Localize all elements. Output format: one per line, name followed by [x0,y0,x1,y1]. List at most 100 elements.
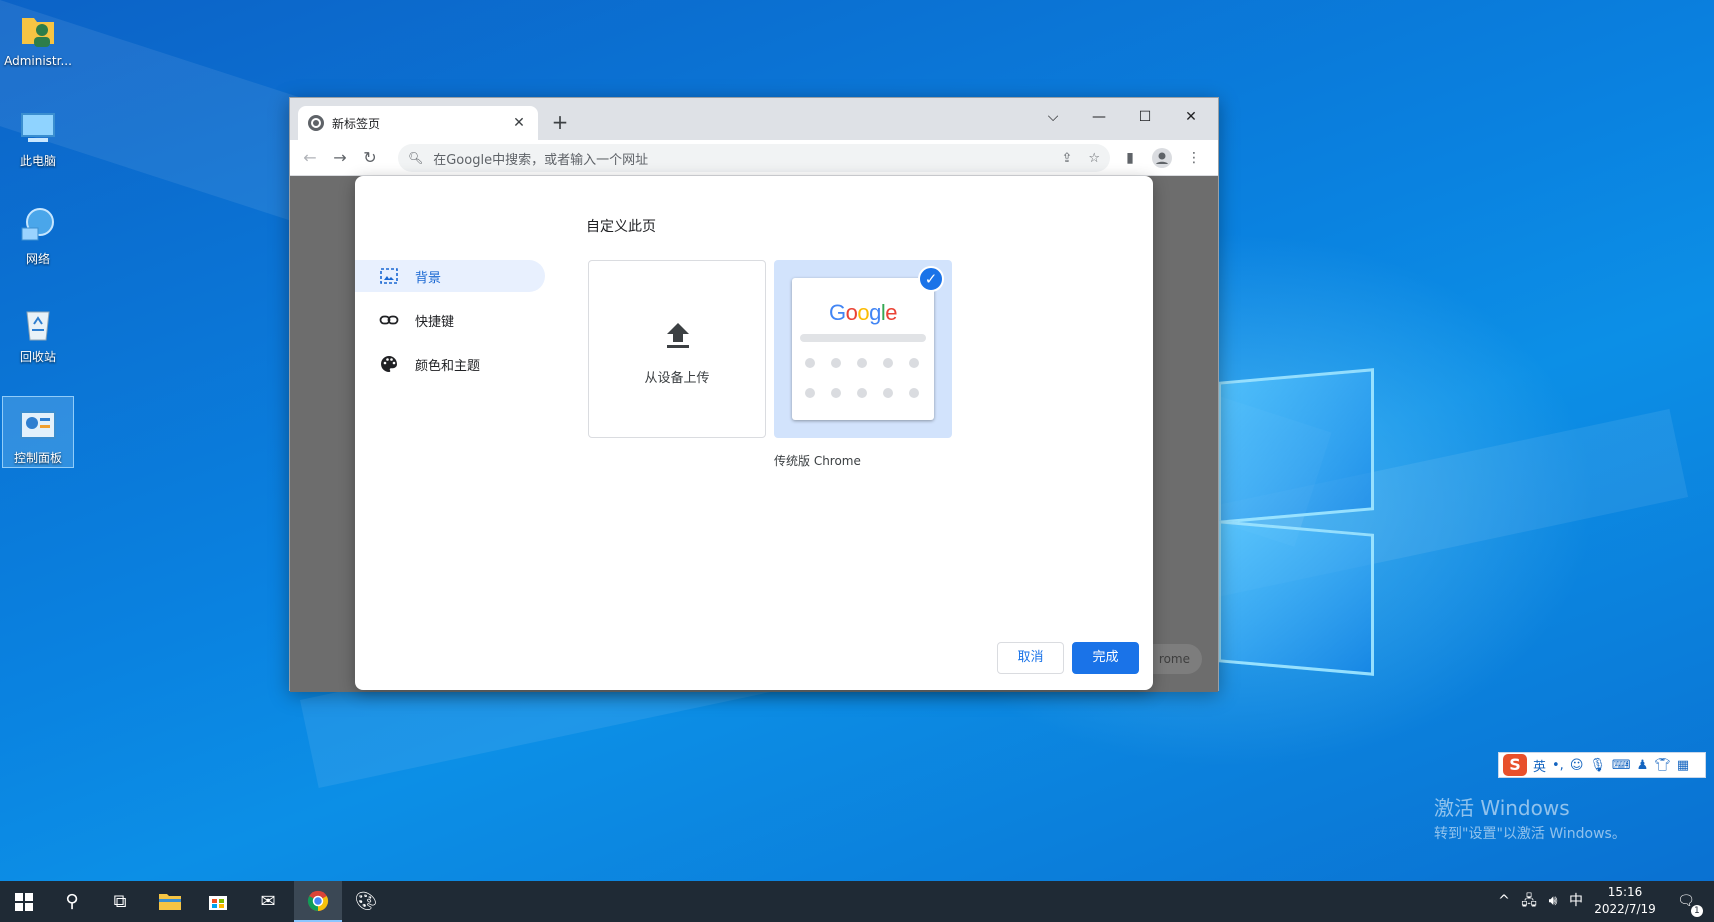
upload-label: 从设备上传 [644,371,710,386]
notification-center-icon[interactable]: 🗨︎ 1 [1670,881,1703,922]
upload-from-device-card[interactable]: 从设备上传 [588,260,766,438]
preview-shortcut-dot [883,358,893,368]
sogou-logo-icon[interactable]: S [1503,754,1527,776]
file-explorer-icon[interactable] [146,881,194,922]
google-logo-letter: o [845,300,858,325]
emoji-icon[interactable]: ☺ [1570,758,1584,773]
preview-shortcut-dot [883,388,893,398]
minimize-button[interactable]: — [1076,102,1122,132]
input-indicator[interactable]: 中 [1566,881,1586,922]
windows-logo-pane [1218,368,1374,524]
keyboard-icon[interactable]: ⌨ [1612,758,1631,773]
close-window-button[interactable]: ✕ [1168,102,1214,132]
task-view-icon[interactable]: ⧉ [96,881,144,922]
taskbar-search-icon[interactable]: ⚲ [48,881,96,922]
computer-icon [18,108,58,148]
palette-icon [379,354,399,374]
activation-watermark: 激活 Windows 转到"设置"以激活 Windows。 [1434,792,1626,843]
classic-chrome-card[interactable]: Google ✓ [774,260,952,438]
desktop-icon-administrator[interactable]: Administr... [2,2,74,76]
preview-shortcut-dot [857,358,867,368]
sidebar-item-label: 快捷键 [415,314,455,330]
clock-time: 15:16 [1607,885,1643,899]
profile-avatar-icon[interactable] [1150,146,1174,170]
show-hidden-icons-chevron[interactable]: ^ [1494,881,1514,922]
preview-shortcut-dot [831,388,841,398]
back-arrow-icon[interactable]: ← [298,146,322,170]
activation-title: 激活 Windows [1434,796,1570,820]
done-button[interactable]: 完成 [1072,642,1139,674]
ime-punctuation-toggle[interactable]: •, [1552,758,1564,773]
cancel-button[interactable]: 取消 [997,642,1064,674]
preview-shortcut-dot [805,358,815,368]
microphone-icon[interactable]: 🎙︎ [1589,758,1606,773]
tab-strip: 新标签页 ✕ + ⌵ — ☐ ✕ [290,98,1218,140]
taskbar: ⚲ ⧉ ✉ 🎨︎ ^ 🖧︎ 🔊︎ 中 15:16 2022/7/19 🗨︎ 1 [0,881,1714,922]
activation-subtitle: 转到"设置"以激活 Windows。 [1434,826,1626,842]
windows-start-icon [15,893,33,911]
preview-shortcut-dot [909,388,919,398]
more-menu-icon[interactable]: ⋮ [1182,146,1206,170]
desktop-icon-this-pc[interactable]: 此电脑 [2,100,74,174]
sidebar-item-background[interactable]: 背景 [355,260,545,292]
start-button[interactable] [0,881,48,922]
customize-dialog: 自定义此页 背景 快捷键 颜色和主题 从设备上传 Google ✓ 传统版 Ch… [355,176,1153,690]
clock[interactable]: 15:16 2022/7/19 [1584,884,1666,918]
upload-icon [667,323,689,348]
share-icon[interactable]: ⇪ [1061,151,1072,166]
sidebar-item-label: 背景 [415,270,442,286]
grid-menu-icon[interactable]: ▦ [1677,758,1689,773]
user-folder-icon [18,10,58,50]
network-tray-icon[interactable]: 🖧︎ [1518,881,1540,922]
preview-shortcut-dot [857,388,867,398]
dialog-title: 自定义此页 [586,219,656,235]
ime-mode-toggle[interactable]: 英 [1533,756,1546,775]
sidebar-item-label: 颜色和主题 [415,358,481,374]
desktop-icon-network[interactable]: 网络 [2,198,74,272]
google-logo: Google [792,300,934,326]
desktop-icon-control-panel[interactable]: 控制面板 [2,396,74,468]
google-logo-letter: g [869,300,881,325]
search-icon: 🔍︎ [408,151,424,165]
notification-count: 1 [1690,905,1703,917]
side-panel-icon[interactable]: ▮ [1118,146,1142,170]
desktop-icon-recycle-bin[interactable]: 回收站 [2,296,74,370]
classic-chrome-label: 传统版 Chrome [774,454,861,468]
paint-app-icon[interactable]: 🎨︎ [342,881,390,922]
recycle-bin-icon [18,304,58,344]
tab-new-tab[interactable]: 新标签页 ✕ [298,106,538,140]
clock-date: 2022/7/19 [1594,902,1656,916]
preview-shortcut-dot [805,388,815,398]
preview-shortcut-dot [831,358,841,368]
google-logo-letter: e [885,300,897,325]
reload-icon[interactable]: ↻ [358,146,382,170]
classic-chrome-preview: Google [792,278,934,420]
selected-check-icon: ✓ [918,266,944,292]
link-icon [379,310,399,330]
preview-shortcut-dot [909,358,919,368]
maximize-button[interactable]: ☐ [1122,102,1168,132]
new-tab-button[interactable]: + [548,110,572,134]
windows-logo-pane [1218,520,1374,676]
image-icon [379,266,399,286]
google-logo-letter: o [857,300,870,325]
preview-search-bar [800,334,926,342]
volume-icon[interactable]: 🔊︎ [1542,881,1564,922]
taskbar-chrome-icon[interactable] [294,881,342,922]
omnibox-placeholder: 在Google中搜索，或者输入一个网址 [433,152,649,168]
skin-icon[interactable]: ♟ [1637,758,1649,773]
chrome-icon [308,115,324,131]
shirt-icon[interactable]: 👕︎ [1654,758,1671,773]
sidebar-item-shortcuts[interactable]: 快捷键 [355,304,545,336]
mail-icon[interactable]: ✉ [244,881,292,922]
control-panel-icon [18,405,58,445]
close-tab-icon[interactable]: ✕ [510,115,528,131]
network-globe-icon [18,206,58,246]
store-icon[interactable] [194,881,242,922]
forward-arrow-icon[interactable]: → [328,146,352,170]
omnibox[interactable]: 🔍︎ 在Google中搜索，或者输入一个网址 ⇪ ☆ [398,144,1110,172]
bookmark-star-icon[interactable]: ☆ [1088,151,1100,166]
tab-search-chevron-icon[interactable]: ⌵ [1030,102,1076,132]
tab-title: 新标签页 [332,116,381,131]
sidebar-item-color-theme[interactable]: 颜色和主题 [355,348,545,380]
